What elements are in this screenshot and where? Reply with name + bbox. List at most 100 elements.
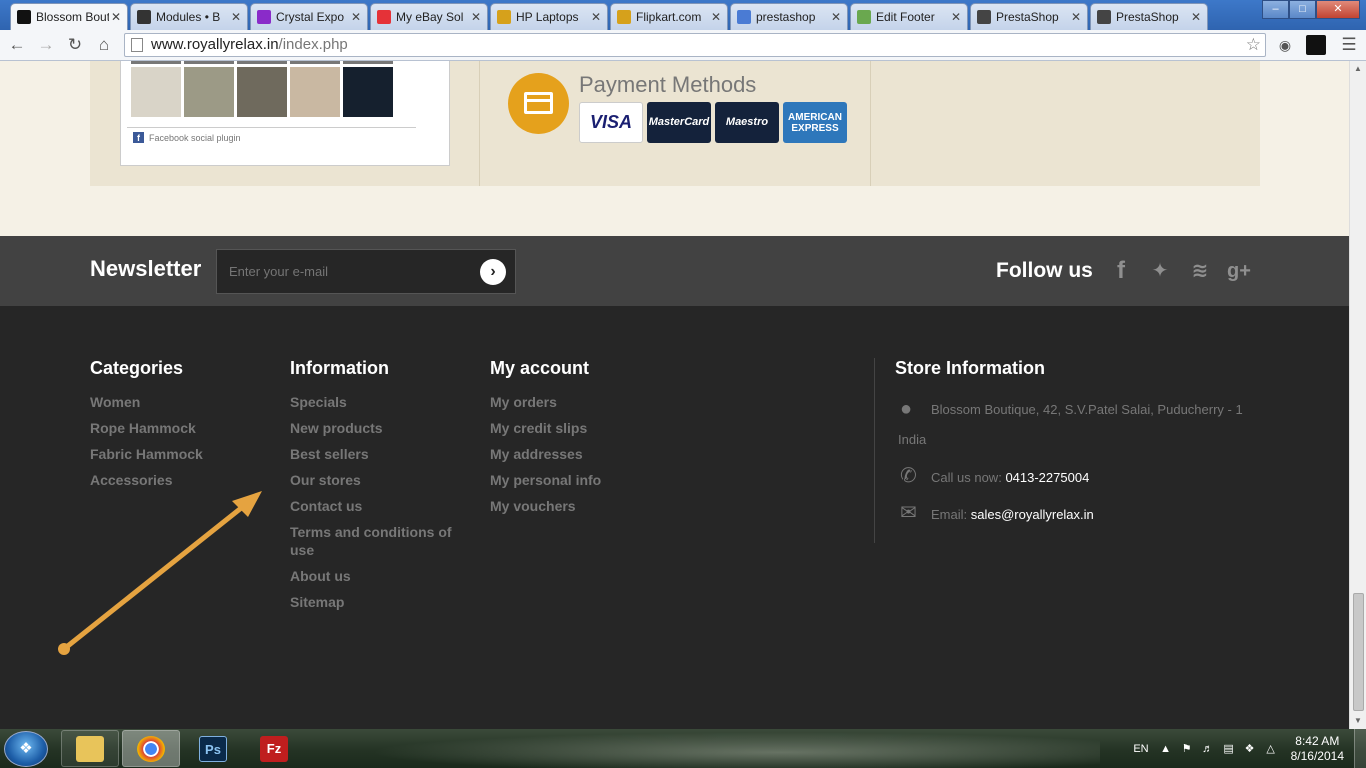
page-scrollbar[interactable]: ▲ ▼ bbox=[1349, 61, 1366, 729]
twitter-icon[interactable]: ✦ bbox=[1145, 256, 1175, 286]
newsletter-bar: Newsletter › Follow us f ✦ ≋ g+ bbox=[0, 236, 1349, 306]
information-link[interactable]: Sitemap bbox=[290, 593, 460, 611]
store-title: Store Information bbox=[895, 358, 1046, 378]
close-window-button[interactable]: ✕ bbox=[1316, 0, 1360, 19]
information-link[interactable]: Our stores bbox=[290, 471, 460, 489]
account-link[interactable]: My personal info bbox=[490, 471, 601, 489]
home-icon[interactable]: ⌂ bbox=[93, 34, 115, 56]
browser-tab[interactable]: Flipkart.com ✕ bbox=[610, 3, 728, 30]
tab-title: Modules • B bbox=[156, 10, 221, 24]
photoshop-taskbar-button[interactable]: Ps bbox=[184, 730, 242, 767]
tab-close-icon[interactable]: ✕ bbox=[469, 10, 483, 24]
show-hidden-icons-icon[interactable]: ▲ bbox=[1159, 742, 1173, 756]
information-link[interactable]: Contact us bbox=[290, 497, 460, 515]
address-bar[interactable]: www.royallyrelax.in/index.php ☆ bbox=[124, 33, 1266, 57]
photo-strip bbox=[131, 61, 393, 64]
account-link[interactable]: My addresses bbox=[490, 445, 601, 463]
maximize-button[interactable]: □ bbox=[1289, 0, 1316, 19]
scroll-up-icon[interactable]: ▲ bbox=[1350, 61, 1366, 77]
information-link[interactable]: Best sellers bbox=[290, 445, 460, 463]
browser-tab[interactable]: Edit Footer ✕ bbox=[850, 3, 968, 30]
language-indicator[interactable]: EN bbox=[1133, 743, 1148, 755]
newsletter-submit-button[interactable]: › bbox=[480, 259, 506, 285]
facebook-plugin-label[interactable]: f Facebook social plugin bbox=[133, 132, 241, 143]
tab-close-icon[interactable]: ✕ bbox=[229, 10, 243, 24]
browser-tab[interactable]: Blossom Boutique✕ bbox=[10, 3, 128, 30]
tab-title: PrestaShop bbox=[996, 10, 1059, 24]
photoshop-icon: Ps bbox=[199, 735, 227, 762]
browser-tab-strip: Blossom Boutique✕Modules • B✕Crystal Exp… bbox=[0, 0, 1366, 30]
start-button[interactable]: ❖ bbox=[4, 731, 48, 767]
minimize-button[interactable]: – bbox=[1262, 0, 1289, 19]
account-link[interactable]: My credit slips bbox=[490, 419, 601, 437]
ebay-extension-icon[interactable] bbox=[1306, 35, 1326, 55]
extension-icon[interactable]: ◉ bbox=[1274, 34, 1296, 56]
fan-photo[interactable] bbox=[184, 67, 234, 117]
fan-photo[interactable] bbox=[131, 67, 181, 117]
reload-icon[interactable]: ↻ bbox=[64, 34, 86, 56]
account-link[interactable]: My orders bbox=[490, 393, 601, 411]
scroll-down-icon[interactable]: ▼ bbox=[1350, 713, 1366, 729]
facebook-icon: f bbox=[133, 132, 144, 143]
fan-photo[interactable] bbox=[343, 67, 393, 117]
browser-tab[interactable]: My eBay Sol ✕ bbox=[370, 3, 488, 30]
category-link[interactable]: Women bbox=[90, 393, 203, 411]
menu-icon[interactable]: ☰ bbox=[1338, 34, 1360, 56]
network-icon[interactable]: ▤ bbox=[1222, 742, 1236, 756]
page-icon bbox=[977, 10, 991, 24]
tab-close-icon[interactable]: ✕ bbox=[1069, 10, 1083, 24]
url-host: www.royallyrelax.in bbox=[151, 36, 279, 53]
tab-close-icon[interactable]: ✕ bbox=[589, 10, 603, 24]
tab-close-icon[interactable]: ✕ bbox=[109, 10, 123, 24]
tab-close-icon[interactable]: ✕ bbox=[349, 10, 363, 24]
flipkart-icon bbox=[497, 10, 511, 24]
information-link[interactable]: Terms and conditions of use bbox=[290, 523, 460, 559]
information-link[interactable]: New products bbox=[290, 419, 460, 437]
mastercard-logo: MasterCard bbox=[647, 102, 711, 143]
browser-tab[interactable]: Crystal Expo ✕ bbox=[250, 3, 368, 30]
category-link[interactable]: Accessories bbox=[90, 471, 203, 489]
back-icon[interactable]: ← bbox=[6, 34, 28, 56]
show-desktop-button[interactable] bbox=[1354, 729, 1366, 768]
browser-tab[interactable]: Modules • B ✕ bbox=[130, 3, 248, 30]
newsletter-email-input[interactable] bbox=[216, 249, 516, 294]
address-country: India bbox=[898, 432, 927, 447]
volume-icon[interactable]: ♬ bbox=[1201, 742, 1215, 756]
fan-photo[interactable] bbox=[290, 67, 340, 117]
chrome-taskbar-button[interactable] bbox=[122, 730, 180, 767]
google-plus-icon[interactable]: g+ bbox=[1224, 256, 1254, 286]
page-icon bbox=[1097, 10, 1111, 24]
browser-tab[interactable]: prestashop ✕ bbox=[730, 3, 848, 30]
visa-logo: VISA bbox=[579, 102, 643, 143]
bookmark-star-icon[interactable]: ☆ bbox=[1246, 34, 1261, 56]
facebook-icon[interactable]: f bbox=[1106, 256, 1136, 286]
tab-close-icon[interactable]: ✕ bbox=[1189, 10, 1203, 24]
tab-close-icon[interactable]: ✕ bbox=[709, 10, 723, 24]
store-address: ● Blossom Boutique, 42, S.V.Patel Salai,… bbox=[895, 395, 1255, 455]
tab-close-icon[interactable]: ✕ bbox=[829, 10, 843, 24]
browser-tab[interactable]: HP Laptops ✕ bbox=[490, 3, 608, 30]
explorer-taskbar-button[interactable] bbox=[61, 730, 119, 767]
browser-tab[interactable]: PrestaShop ✕ bbox=[970, 3, 1088, 30]
dropbox-icon[interactable]: ❖ bbox=[1243, 742, 1257, 756]
phone-number[interactable]: 0413-2275004 bbox=[1005, 470, 1089, 485]
rss-icon[interactable]: ≋ bbox=[1185, 256, 1215, 286]
tab-close-icon[interactable]: ✕ bbox=[949, 10, 963, 24]
forward-icon[interactable]: → bbox=[35, 34, 57, 56]
information-link[interactable]: Specials bbox=[290, 393, 460, 411]
scrollbar-thumb[interactable] bbox=[1353, 593, 1364, 711]
email-link[interactable]: sales@royallyrelax.in bbox=[971, 507, 1094, 522]
account-link[interactable]: My vouchers bbox=[490, 497, 601, 515]
browser-tab[interactable]: PrestaShop ✕ bbox=[1090, 3, 1208, 30]
divider bbox=[874, 358, 875, 543]
action-center-icon[interactable]: ⚑ bbox=[1180, 742, 1194, 756]
fan-photo[interactable] bbox=[237, 67, 287, 117]
category-link[interactable]: Rope Hammock bbox=[90, 419, 203, 437]
filezilla-taskbar-button[interactable]: Fz bbox=[245, 730, 303, 767]
clock-date: 8/16/2014 bbox=[1290, 748, 1344, 763]
system-clock[interactable]: 8:42 AM 8/16/2014 bbox=[1291, 734, 1344, 764]
divider bbox=[479, 61, 480, 186]
category-link[interactable]: Fabric Hammock bbox=[90, 445, 203, 463]
google-drive-icon[interactable]: △ bbox=[1264, 742, 1278, 756]
information-link[interactable]: About us bbox=[290, 567, 460, 585]
